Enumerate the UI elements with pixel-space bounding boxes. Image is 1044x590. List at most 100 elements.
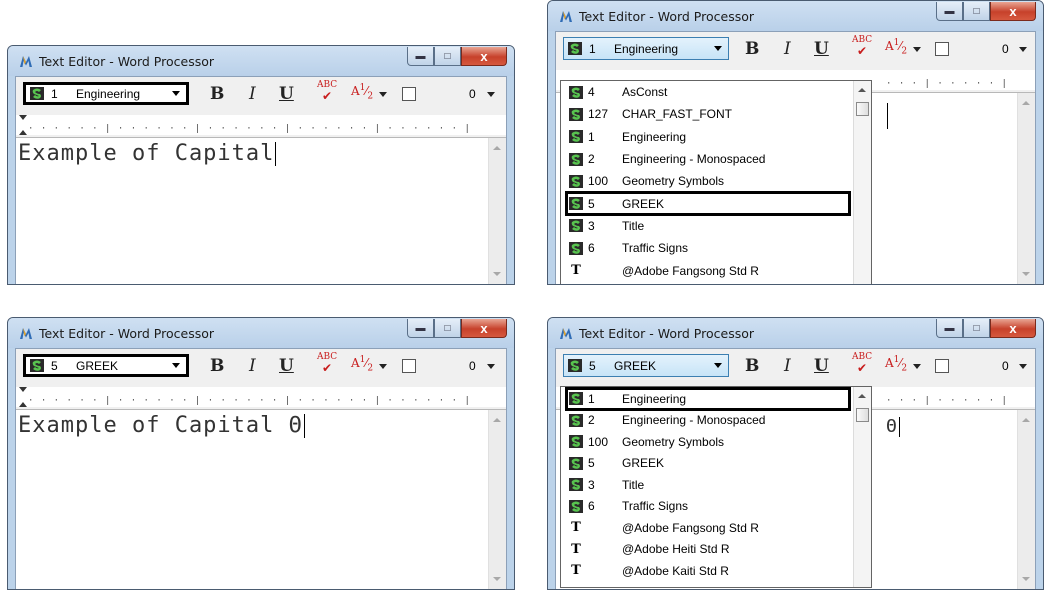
- scroll-up-icon[interactable]: [493, 418, 501, 422]
- font-icon: [569, 414, 583, 427]
- minimize-button[interactable]: ▬: [936, 2, 963, 21]
- fraction-button[interactable]: A1⁄2: [885, 38, 907, 56]
- zoom-value: 0: [469, 359, 476, 373]
- close-button[interactable]: x: [461, 319, 507, 338]
- close-button[interactable]: x: [990, 319, 1036, 338]
- italic-button[interactable]: I: [249, 84, 256, 104]
- italic-button[interactable]: I: [784, 39, 791, 59]
- text-editor-window-3: Text Editor - Word Processor ▬ □ x 5 GRE…: [7, 317, 515, 590]
- maximize-button[interactable]: □: [434, 319, 461, 338]
- font-selector[interactable]: 1 Engineering: [23, 82, 189, 105]
- font-list-item[interactable]: T @Adobe Fangsong Std R: [561, 517, 759, 539]
- close-button[interactable]: x: [461, 47, 507, 66]
- underline-button[interactable]: U: [814, 39, 829, 59]
- font-list-item[interactable]: 4 AsConst: [561, 81, 667, 103]
- minimize-button[interactable]: ▬: [407, 319, 434, 338]
- maximize-button[interactable]: □: [963, 319, 990, 338]
- italic-button[interactable]: I: [784, 356, 791, 376]
- font-list-item[interactable]: 2 Engineering - Monospaced: [561, 148, 765, 170]
- fraction-dropdown-icon[interactable]: [379, 92, 387, 97]
- font-list-item[interactable]: 100 Geometry Symbols: [561, 431, 724, 453]
- font-selector[interactable]: 5 GREEK: [563, 354, 729, 377]
- scroll-down-icon[interactable]: [493, 272, 501, 276]
- insert-page-icon[interactable]: [402, 359, 416, 373]
- fraction-button[interactable]: A1⁄2: [351, 83, 373, 101]
- bold-button[interactable]: B: [210, 356, 224, 376]
- font-icon: [568, 42, 582, 55]
- maximize-button[interactable]: □: [434, 47, 461, 66]
- underline-button[interactable]: U: [814, 356, 829, 376]
- scroll-down-icon[interactable]: [1022, 272, 1030, 276]
- list-scrollbar[interactable]: [853, 387, 871, 587]
- text-editing-area[interactable]: Example of Capital: [16, 137, 506, 284]
- text-editing-area[interactable]: Example of Capital Θ: [16, 409, 506, 589]
- font-list-item[interactable]: 127 CHAR_FAST_FONT: [561, 103, 732, 125]
- bold-button[interactable]: B: [745, 356, 759, 376]
- title-bar[interactable]: Text Editor - Word Processor ▬ □ x: [8, 46, 514, 76]
- zoom-dropdown-icon[interactable]: [487, 364, 495, 369]
- underline-button[interactable]: U: [279, 356, 294, 376]
- font-list-item[interactable]: 6 Traffic Signs: [561, 496, 688, 518]
- scroll-thumb[interactable]: [856, 408, 869, 422]
- font-selector[interactable]: 1 Engineering: [563, 37, 729, 60]
- list-scrollbar[interactable]: [853, 81, 871, 284]
- selection-highlight: [565, 191, 851, 216]
- vertical-scrollbar[interactable]: [1017, 410, 1035, 589]
- insert-page-icon[interactable]: [935, 42, 949, 56]
- font-list-item[interactable]: 1 Engineering: [561, 126, 686, 148]
- title-bar[interactable]: Text Editor - Word Processor ▬ □ x: [8, 318, 514, 348]
- close-button[interactable]: x: [990, 2, 1036, 21]
- font-icon: [569, 435, 583, 448]
- indent-marker-icon[interactable]: [19, 387, 27, 392]
- title-bar[interactable]: Text Editor - Word Processor ▬ □ x: [548, 318, 1043, 348]
- maximize-button[interactable]: □: [963, 2, 990, 21]
- italic-button[interactable]: I: [249, 356, 256, 376]
- font-list-item[interactable]: 6 Traffic Signs: [561, 237, 688, 259]
- font-list-item[interactable]: T @Adobe Fangsong Std R: [561, 259, 759, 281]
- scroll-down-icon[interactable]: [1022, 577, 1030, 581]
- indent-marker-icon[interactable]: [19, 402, 27, 407]
- font-list-item[interactable]: 100 Geometry Symbols: [561, 170, 724, 192]
- font-icon: [569, 130, 583, 143]
- scroll-down-icon[interactable]: [493, 577, 501, 581]
- font-list-item[interactable]: 2 Engineering - Monospaced: [561, 410, 765, 432]
- vertical-scrollbar[interactable]: [488, 410, 506, 589]
- fraction-button[interactable]: A1⁄2: [885, 355, 907, 373]
- bold-button[interactable]: B: [210, 84, 224, 104]
- fraction-button[interactable]: A1⁄2: [351, 355, 373, 373]
- scroll-thumb[interactable]: [856, 102, 869, 116]
- scroll-up-icon[interactable]: [493, 146, 501, 150]
- font-name: Geometry Symbols: [622, 174, 725, 189]
- font-list-item[interactable]: 3 Title: [561, 215, 644, 237]
- zoom-dropdown-icon[interactable]: [1019, 47, 1027, 52]
- font-list-item[interactable]: T @Adobe Kaiti Std R: [561, 560, 729, 582]
- font-selector[interactable]: 5 GREEK: [23, 354, 189, 377]
- insert-page-icon[interactable]: [402, 87, 416, 101]
- window-title: Text Editor - Word Processor: [39, 326, 215, 341]
- font-list-item[interactable]: 5 GREEK: [561, 453, 664, 475]
- scroll-up-icon[interactable]: [858, 394, 866, 398]
- scroll-up-icon[interactable]: [858, 88, 866, 92]
- fraction-dropdown-icon[interactable]: [379, 364, 387, 369]
- scroll-up-icon[interactable]: [1022, 418, 1030, 422]
- underline-button[interactable]: U: [279, 84, 294, 104]
- vertical-scrollbar[interactable]: [488, 138, 506, 284]
- dropdown-arrow-icon: [714, 363, 722, 368]
- minimize-button[interactable]: ▬: [407, 47, 434, 66]
- font-list-item[interactable]: T @Adobe Heiti Std R: [561, 539, 729, 561]
- fraction-dropdown-icon[interactable]: [913, 47, 921, 52]
- vertical-scrollbar[interactable]: [1017, 93, 1035, 284]
- zoom-dropdown-icon[interactable]: [487, 92, 495, 97]
- minimize-button[interactable]: ▬: [936, 319, 963, 338]
- fraction-dropdown-icon[interactable]: [913, 364, 921, 369]
- zoom-dropdown-icon[interactable]: [1019, 364, 1027, 369]
- scroll-up-icon[interactable]: [1022, 101, 1030, 105]
- insert-page-icon[interactable]: [935, 359, 949, 373]
- bold-button[interactable]: B: [745, 39, 759, 59]
- indent-marker-icon[interactable]: [19, 130, 27, 135]
- indent-marker-icon[interactable]: [19, 115, 27, 120]
- font-name: Traffic Signs: [622, 241, 689, 256]
- font-icon: [30, 359, 44, 372]
- title-bar[interactable]: Text Editor - Word Processor ▬ □ x: [548, 1, 1043, 31]
- font-list-item[interactable]: 3 Title: [561, 474, 644, 496]
